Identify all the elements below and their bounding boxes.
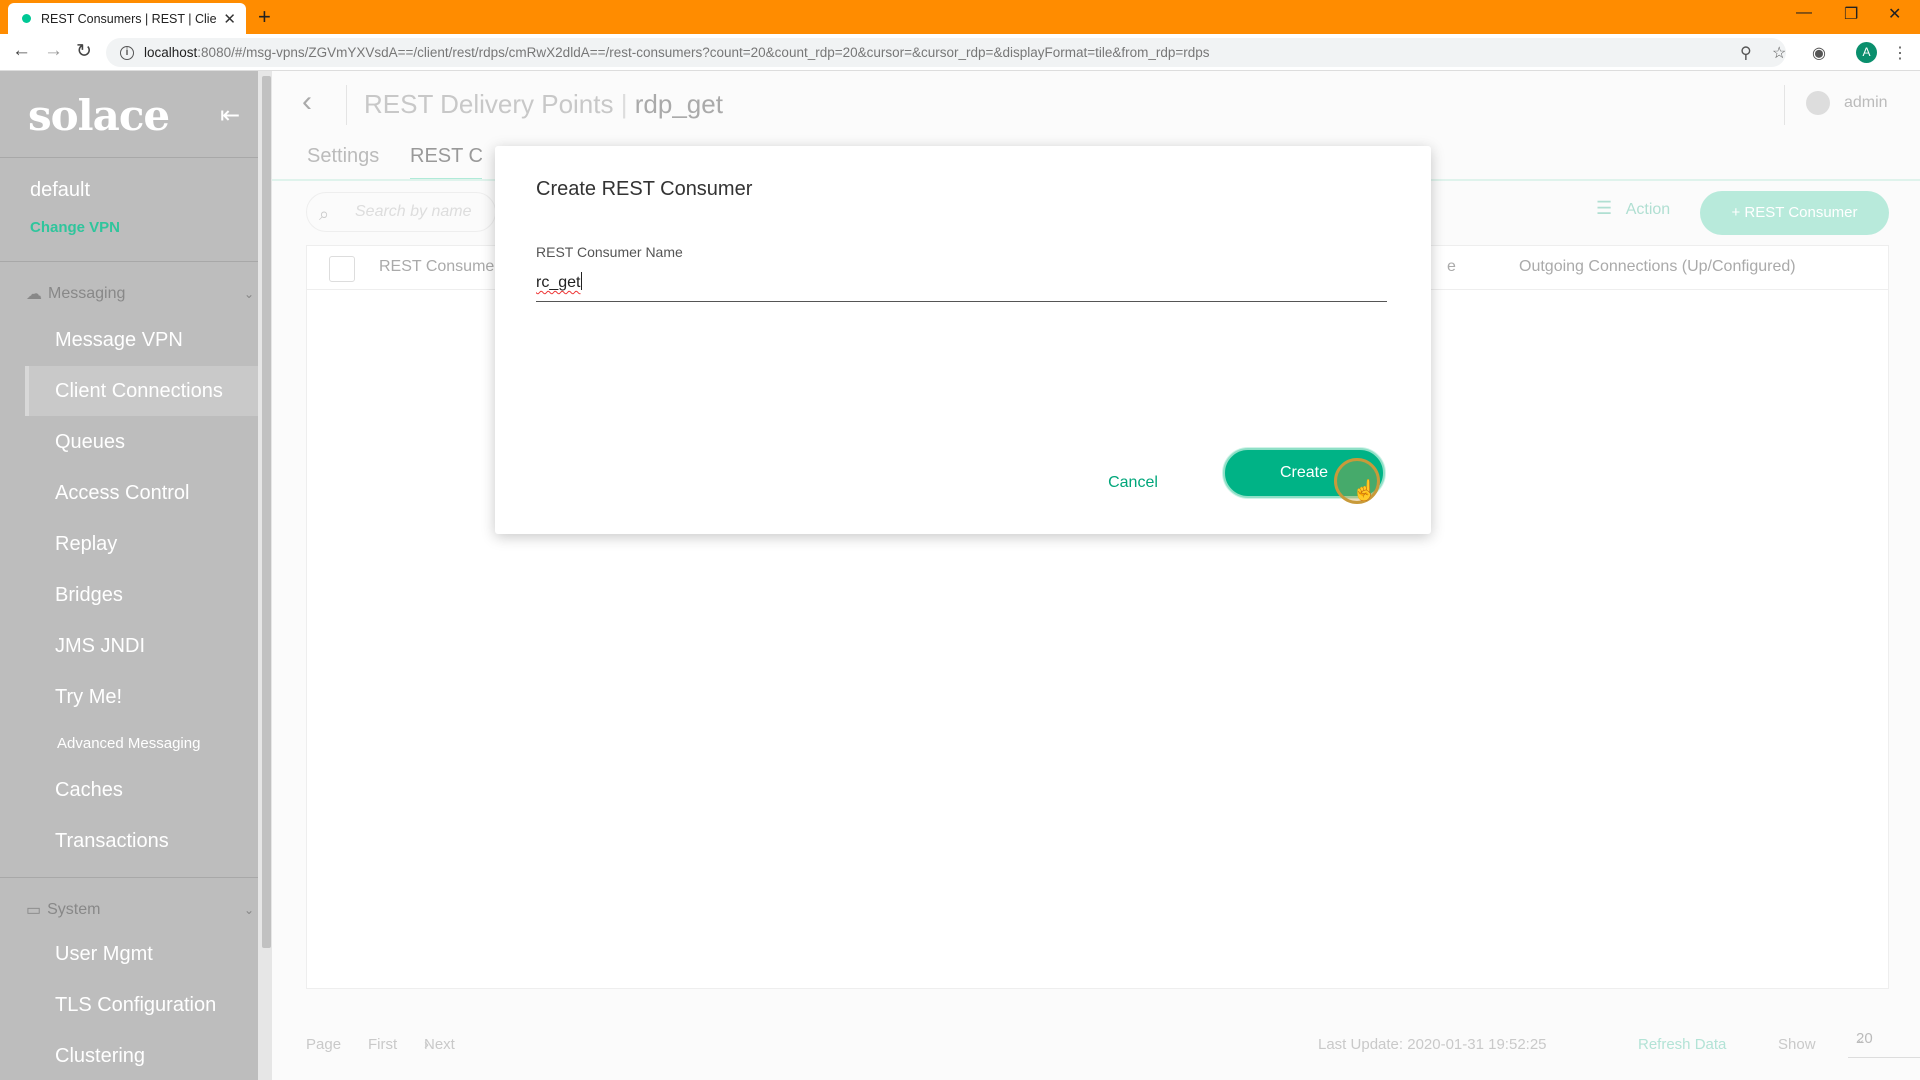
sidebar-item-access-control[interactable]: Access Control <box>25 468 258 518</box>
address-bar: ← → ↻ i localhost:8080/#/msg-vpns/ZGVmYX… <box>0 34 1920 71</box>
restore-icon[interactable]: ❐ <box>1844 4 1858 24</box>
sidebar-item-clustering[interactable]: Clustering <box>25 1031 258 1080</box>
solace-logo: solace <box>28 91 170 140</box>
sidebar: solace ⇤ default Change VPN ☁ Messaging … <box>0 71 258 1080</box>
sidebar-item-caches[interactable]: Caches <box>25 765 258 815</box>
url-host: localhost <box>144 45 198 60</box>
url-path: :8080/#/msg-vpns/ZGVmYXVsdA==/client/res… <box>197 45 1210 60</box>
site-info-icon[interactable]: i <box>120 45 134 60</box>
sidebar-item-try-me[interactable]: Try Me! <box>25 672 258 722</box>
sidebar-item-user-mgmt[interactable]: User Mgmt <box>25 929 258 979</box>
cancel-button[interactable]: Cancel <box>1073 464 1193 502</box>
sidebar-item-jms-jndi[interactable]: JMS JNDI <box>25 621 258 671</box>
chevron-down-icon: ⌄ <box>243 287 254 301</box>
system-icon: ▭ <box>26 902 42 919</box>
create-rest-consumer-dialog: Create REST Consumer REST Consumer Name … <box>495 146 1431 534</box>
vpn-name: default <box>30 179 91 201</box>
collapse-menu-icon[interactable]: ⇤ <box>220 101 240 130</box>
sidebar-item-replay[interactable]: Replay <box>25 519 258 569</box>
cloud-icon: ☁ <box>26 286 42 303</box>
sidebar-item-transactions[interactable]: Transactions <box>25 816 258 866</box>
browser-tab[interactable]: REST Consumers | REST | Client C ✕ <box>8 3 246 34</box>
sidebar-item-tls-configuration[interactable]: TLS Configuration <box>25 980 258 1030</box>
chevron-down-icon: ⌄ <box>243 903 254 917</box>
browser-tab-bar: REST Consumers | REST | Client C ✕ + — ❐… <box>0 0 1920 34</box>
consumer-name-value: rc_get <box>536 274 581 291</box>
hand-cursor-icon: ☝ <box>1352 480 1377 502</box>
sidebar-item-message-vpn[interactable]: Message VPN <box>25 315 258 365</box>
extension-icon[interactable]: ◉ <box>1812 43 1826 63</box>
back-icon[interactable]: ← <box>12 40 31 62</box>
text-caret <box>581 272 583 290</box>
forward-icon[interactable]: → <box>44 40 63 62</box>
dialog-title: Create REST Consumer <box>536 178 753 200</box>
reload-icon[interactable]: ↻ <box>76 40 92 63</box>
messaging-section-label: Messaging <box>48 285 126 302</box>
url-field[interactable]: i localhost:8080/#/msg-vpns/ZGVmYXVsdA==… <box>106 38 1786 67</box>
minimize-icon[interactable]: — <box>1796 4 1812 22</box>
system-section-header[interactable]: ▭ System ⌄ <box>26 900 254 920</box>
messaging-section-header[interactable]: ☁ Messaging ⌄ <box>26 284 254 304</box>
browser-menu-icon[interactable]: ⋮ <box>1892 43 1908 63</box>
new-tab-icon[interactable]: + <box>258 4 271 30</box>
change-vpn-link[interactable]: Change VPN <box>30 219 120 236</box>
tab-favicon-icon <box>22 14 31 23</box>
sidebar-divider <box>0 261 258 262</box>
sidebar-item-queues[interactable]: Queues <box>25 417 258 467</box>
sidebar-item-bridges[interactable]: Bridges <box>25 570 258 620</box>
tab-title: REST Consumers | REST | Client C <box>41 11 217 26</box>
sidebar-item-client-connections[interactable]: Client Connections <box>25 366 258 416</box>
sidebar-divider <box>0 157 258 158</box>
window-close-icon[interactable]: ✕ <box>1888 4 1901 24</box>
consumer-name-label: REST Consumer Name <box>536 244 683 260</box>
profile-avatar[interactable]: A <box>1856 42 1877 63</box>
system-section-label: System <box>47 901 101 918</box>
zoom-icon[interactable]: ⚲ <box>1740 43 1752 63</box>
consumer-name-input[interactable]: rc_get <box>536 272 1387 302</box>
sidebar-divider <box>0 877 258 878</box>
bookmark-star-icon[interactable]: ☆ <box>1772 43 1786 63</box>
tab-close-icon[interactable]: ✕ <box>223 10 236 28</box>
sidebar-item-advanced-messaging[interactable]: Advanced Messaging <box>25 719 258 769</box>
